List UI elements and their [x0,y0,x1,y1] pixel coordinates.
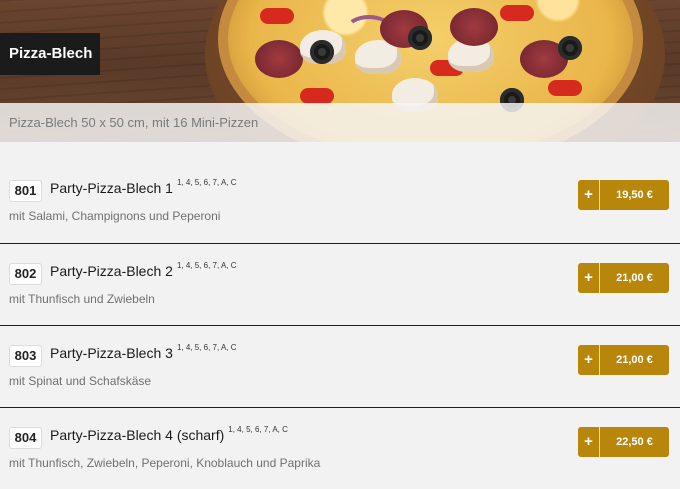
item-title: Party-Pizza-Blech 3 1, 4, 5, 6, 7, A, C [50,343,237,361]
plus-icon: + [584,433,593,450]
add-to-cart-button[interactable]: + 21,00 € [578,263,669,293]
item-name: Party-Pizza-Blech 1 [50,180,173,196]
item-price: 21,00 € [616,272,653,284]
item-number: 801 [9,180,42,202]
item-price: 19,50 € [616,189,653,201]
add-to-cart-button[interactable]: + 19,50 € [578,180,669,210]
olive-topping [558,36,582,60]
item-description: mit Spinat und Schafskäse [9,374,152,388]
plus-icon: + [584,351,593,368]
menu-list: 801 Party-Pizza-Blech 1 1, 4, 5, 6, 7, A,… [0,162,680,489]
pepper-topping [500,5,534,21]
category-title: Pizza-Blech [0,33,100,75]
item-price: 22,50 € [616,436,653,448]
salami-topping [255,40,303,78]
menu-item: 802 Party-Pizza-Blech 2 1, 4, 5, 6, 7, A,… [0,243,680,325]
item-title: Party-Pizza-Blech 4 (scharf) 1, 4, 5, 6, … [50,425,288,443]
item-title: Party-Pizza-Blech 2 1, 4, 5, 6, 7, A, C [50,261,237,279]
item-title: Party-Pizza-Blech 1 1, 4, 5, 6, 7, A, C [50,178,237,196]
olive-topping [310,40,334,64]
plus-icon: + [584,269,593,286]
add-to-cart-button[interactable]: + 21,00 € [578,345,669,375]
plus-icon: + [584,186,593,203]
allergen-codes: 1, 4, 5, 6, 7, A, C [228,425,288,435]
salami-topping [450,8,498,46]
item-name: Party-Pizza-Blech 2 [50,263,173,279]
item-price: 21,00 € [616,354,653,366]
category-subtitle: Pizza-Blech 50 x 50 cm, mit 16 Mini-Pizz… [0,103,680,142]
allergen-codes: 1, 4, 5, 6, 7, A, C [176,343,237,353]
add-to-cart-button[interactable]: + 22,50 € [578,427,669,457]
menu-item: 804 Party-Pizza-Blech 4 (scharf) 1, 4, 5,… [0,407,680,489]
allergen-codes: 1, 4, 5, 6, 7, A, C [176,178,237,188]
pepper-topping [548,80,582,96]
item-name: Party-Pizza-Blech 4 (scharf) [50,427,225,443]
pepper-topping [260,8,294,24]
allergen-codes: 1, 4, 5, 6, 7, A, C [176,261,237,271]
category-hero: Pizza-Blech Pizza-Blech 50 x 50 cm, mit … [0,0,680,142]
item-number: 804 [9,427,42,449]
item-number: 803 [9,345,42,367]
item-name: Party-Pizza-Blech 3 [50,345,173,361]
item-number: 802 [9,263,42,285]
item-description: mit Thunfisch und Zwiebeln [9,292,155,306]
menu-item: 803 Party-Pizza-Blech 3 1, 4, 5, 6, 7, A,… [0,325,680,407]
item-description: mit Thunfisch, Zwiebeln, Peperoni, Knobl… [9,456,321,470]
olive-topping [408,26,432,50]
pepper-topping [300,88,334,104]
menu-item: 801 Party-Pizza-Blech 1 1, 4, 5, 6, 7, A,… [0,162,680,243]
item-description: mit Salami, Champignons und Peperoni [9,209,221,223]
